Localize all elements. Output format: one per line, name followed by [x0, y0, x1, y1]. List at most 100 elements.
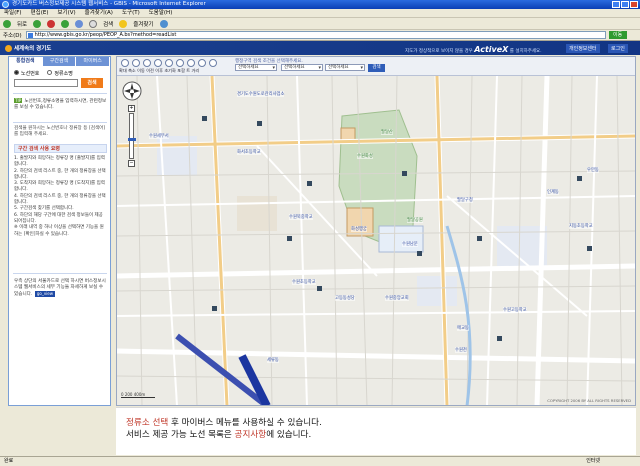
zoom-out-tool-icon[interactable]: [132, 59, 140, 67]
menu-view[interactable]: 보기(V): [57, 9, 75, 17]
radio-route-label: 노선번호: [21, 71, 40, 77]
zoom-in-tool-icon[interactable]: [121, 59, 129, 67]
zoom-thumb[interactable]: [128, 138, 136, 141]
go-button[interactable]: 이동: [608, 31, 627, 39]
radio-icon: [14, 70, 19, 75]
include-tool-icon[interactable]: [187, 59, 195, 67]
tool-label: 트: [186, 68, 191, 73]
stop-icon[interactable]: [47, 19, 56, 28]
search-label[interactable]: 검색: [103, 20, 113, 28]
divider: [13, 93, 107, 94]
distance-tool-icon[interactable]: [209, 59, 217, 67]
search-input[interactable]: [14, 79, 78, 87]
map-place-label: 수원북중학교: [289, 214, 313, 220]
region-select-3[interactable]: 선택하세요: [325, 64, 365, 71]
tab-integrated-search[interactable]: 통합검색: [9, 57, 43, 66]
guide-step: 3. 도착지와 희망하는 정류장 명 [도착지]를 입력합니다.: [14, 181, 105, 193]
forward-icon[interactable]: [33, 19, 42, 28]
tab-section-search[interactable]: 구간검색: [42, 57, 77, 66]
map-place-label: 인계동: [547, 189, 559, 195]
map-scale: 0 200 400m: [121, 392, 155, 398]
tool-label: 축소: [128, 68, 136, 73]
notice-highlight: 정류소 선택: [126, 418, 169, 428]
tip-text: TIP 노선번호,정류소명을 입력하시면, 관련정보를 보실 수 있습니다.: [14, 98, 107, 111]
zoom-minus-icon[interactable]: −: [128, 160, 135, 167]
security-zone: 인터넷: [586, 458, 600, 464]
notice-box: 정류소 선택 후 마이버스 메뉴를 사용하실 수 있습니다. 서비스 제공 가능…: [116, 407, 636, 455]
tool-label: 초기화: [164, 68, 176, 73]
minimize-icon[interactable]: [612, 1, 620, 8]
favorites-icon[interactable]: [119, 19, 128, 28]
logo-text: 세계속의 경기도: [14, 46, 52, 52]
map-place-label: 수원초등학교: [292, 279, 316, 285]
zoom-slider[interactable]: [128, 113, 136, 159]
home-icon[interactable]: [75, 19, 84, 28]
activex-notice: 지도가 정상적으로 보이지 않을 경우 ActiveX 를 설치하주세요.: [405, 45, 542, 54]
menu-help[interactable]: 도움말(H): [149, 9, 173, 17]
favorites-label[interactable]: 즐겨찾기: [133, 20, 153, 28]
guide-step: 2. 하단의 검색 리스트 중, 한 개의 정류장을 선택 합니다.: [14, 168, 106, 180]
map-canvas[interactable]: [117, 76, 635, 406]
menu-file[interactable]: 파일(F): [4, 9, 22, 17]
history-icon[interactable]: [159, 19, 168, 28]
radio-stop-label: 정류소명: [54, 71, 73, 77]
tree-tool-icon[interactable]: [198, 59, 206, 67]
tool-label: 거리: [191, 68, 200, 73]
map-place-label: 화성행궁: [351, 226, 367, 232]
reset-tool-icon[interactable]: [176, 59, 184, 67]
maximize-icon[interactable]: [621, 1, 629, 8]
radio-route-number[interactable]: 노선번호: [14, 70, 39, 77]
notice-text: 서비스 제공 가능 노선 목록은: [126, 430, 235, 440]
guide-steps: 1. 출발지와 희망하는 정류장 명 [출발지]를 입력합니다. 2. 하단의 …: [14, 156, 107, 238]
close-icon[interactable]: [630, 1, 638, 8]
radio-stop-name[interactable]: 정류소명: [47, 70, 73, 77]
back-label[interactable]: 뒤로: [17, 20, 27, 28]
map-place-label: 우만동: [587, 167, 599, 173]
region-select-1[interactable]: 선택하세요: [235, 64, 277, 71]
status-bar: 완료 인터넷: [0, 456, 640, 466]
page-icon: [27, 33, 33, 38]
back-icon[interactable]: [3, 19, 11, 28]
search-button[interactable]: 검색: [81, 78, 103, 88]
site-logo[interactable]: 세계속의 경기도: [5, 44, 51, 52]
address-input[interactable]: http://www.gbis.go.kr/peop/PEOP_A.bs?met…: [25, 31, 606, 39]
status-text: 완료: [4, 458, 14, 464]
next-tool-icon[interactable]: [165, 59, 173, 67]
activex-link[interactable]: ActiveX: [474, 45, 508, 54]
notice-text: 에 있습니다.: [266, 430, 312, 440]
map-place-label: 수원남문: [402, 241, 418, 247]
menu-edit[interactable]: 편집(E): [31, 9, 49, 17]
prev-tool-icon[interactable]: [154, 59, 162, 67]
window-title: 경기도카드 버스정보제공 시스템 웹서비스 - GBIS - Microsoft…: [12, 1, 206, 7]
map-place-label: 수원세무서: [149, 133, 169, 139]
map-place-label: 경기도수원도로관리사업소: [237, 91, 285, 97]
go-view-button[interactable]: go_view: [34, 291, 56, 297]
pan-tool-icon[interactable]: [143, 59, 151, 67]
guide-step: 1. 출발지와 희망하는 정류장 명 [출발지]를 입력합니다.: [14, 156, 105, 168]
tab-mybus[interactable]: 마이버스: [76, 57, 111, 66]
tool-label: 포함: [177, 68, 185, 73]
region-search-button[interactable]: 검색: [368, 64, 385, 72]
window-controls: [612, 1, 638, 8]
zoom-plus-icon[interactable]: +: [128, 105, 135, 112]
guide-title: 구간 검색 사용 요령: [14, 144, 107, 153]
bottom-note: 우측 상단의 서울카드로 선택 하시면 버스정보시스템 웹서비스의 세부 기능들…: [14, 279, 107, 298]
ie-icon: [2, 1, 9, 8]
privacy-link[interactable]: 개인정보센터: [566, 44, 600, 53]
map-copyright: COPYRIGHT 2006 BY ALL RIGHTS RESERVED: [547, 398, 631, 403]
tool-label: 확대: [119, 68, 127, 73]
notice-link[interactable]: 공지사항: [235, 430, 267, 440]
compass-icon[interactable]: [121, 80, 143, 104]
region-select-2[interactable]: 선택하세요: [281, 64, 323, 71]
refresh-icon[interactable]: [61, 19, 70, 28]
tool-label: 이전: [146, 68, 154, 73]
map-place-label: 지동초등학교: [569, 223, 593, 229]
menu-favorites[interactable]: 즐겨찾기(A): [85, 9, 113, 17]
address-bar: 주소(D) http://www.gbis.go.kr/peop/PEOP_A.…: [0, 30, 640, 41]
login-link[interactable]: 로그인: [608, 44, 628, 53]
logo-icon: [5, 44, 12, 52]
guide-step: 6. 하단의 해당 구간에 대한 검색 정보들이 제공 되어집니다.: [14, 212, 103, 224]
map-place-label: 매교동: [457, 325, 469, 331]
search-icon[interactable]: [89, 19, 98, 28]
menu-tools[interactable]: 도구(T): [122, 9, 140, 17]
